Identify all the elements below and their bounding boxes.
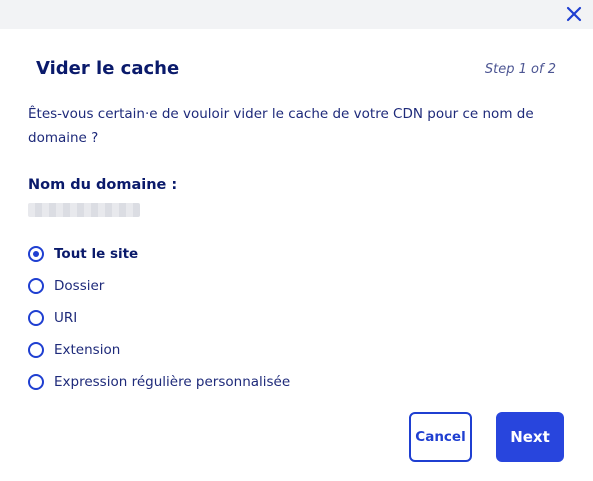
radio-label: Tout le site: [54, 246, 139, 262]
radio-option-custom-regex[interactable]: Expression régulière personnalisée: [28, 366, 290, 398]
modal-title: Vider le cache: [36, 58, 180, 79]
purge-scope-radio-group: Tout le site Dossier URI Extension Expre…: [28, 238, 290, 398]
radio-option-extension[interactable]: Extension: [28, 334, 290, 366]
radio-option-whole-site[interactable]: Tout le site: [28, 238, 290, 270]
radio-label: Dossier: [54, 278, 105, 294]
close-icon: [566, 6, 582, 22]
radio-button[interactable]: [28, 374, 44, 390]
domain-name-value-redacted: [28, 203, 140, 217]
radio-button-checked[interactable]: [28, 246, 44, 262]
cancel-button[interactable]: Cancel: [409, 412, 472, 462]
confirmation-question: Êtes-vous certain·e de vouloir vider le …: [28, 106, 534, 146]
radio-button[interactable]: [28, 278, 44, 294]
domain-name-label: Nom du domaine :: [28, 177, 178, 193]
next-button[interactable]: Next: [496, 412, 564, 462]
radio-label: URI: [54, 310, 78, 326]
radio-label: Expression régulière personnalisée: [54, 374, 291, 390]
radio-option-uri[interactable]: URI: [28, 302, 290, 334]
radio-button[interactable]: [28, 342, 44, 358]
modal-topbar: [0, 0, 593, 29]
radio-option-folder[interactable]: Dossier: [28, 270, 290, 302]
radio-button[interactable]: [28, 310, 44, 326]
radio-label: Extension: [54, 342, 121, 358]
step-indicator: Step 1 of 2: [484, 62, 556, 77]
close-button[interactable]: [563, 3, 585, 25]
purge-cache-modal: Vider le cache Step 1 of 2 Êtes-vous cer…: [0, 0, 593, 481]
